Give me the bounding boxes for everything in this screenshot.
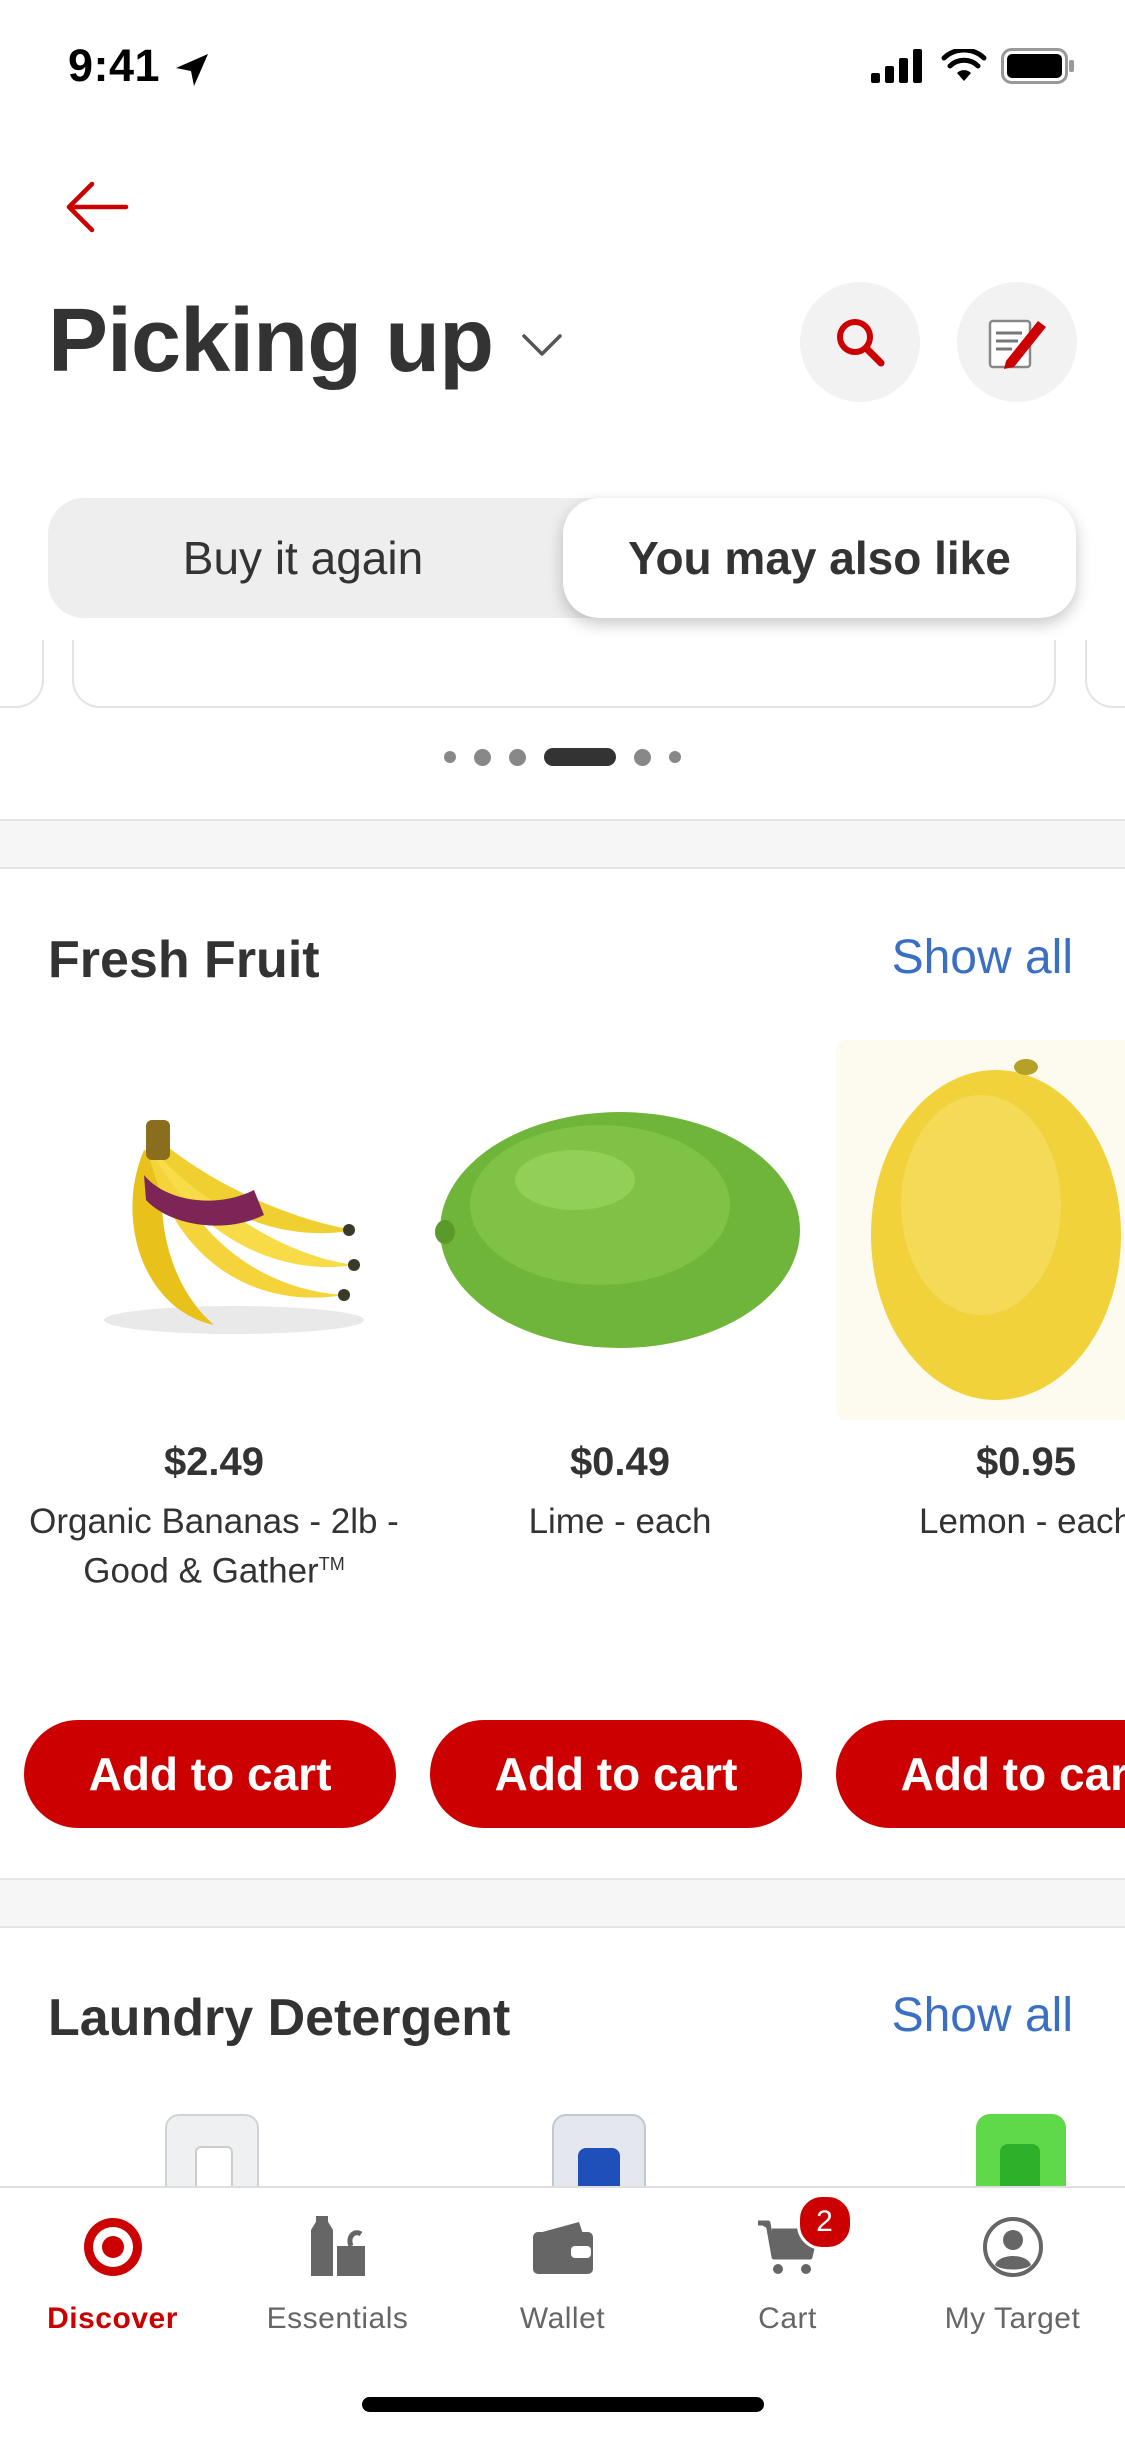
product-name[interactable]: Organic Bananas - 2lb - Good & GatherTM (24, 1500, 404, 1593)
add-to-cart-button[interactable]: Add to cart (430, 1720, 802, 1828)
tab-my-target[interactable]: My Target (900, 2212, 1125, 2336)
product-image-detergent[interactable] (976, 2114, 1066, 2194)
page-dot[interactable] (634, 748, 651, 766)
section-title-fresh-fruit: Fresh Fruit (48, 931, 320, 989)
product-price: $0.49 (569, 1440, 671, 1484)
add-to-cart-button[interactable]: Add to cart (24, 1720, 396, 1828)
tab-essentials[interactable]: Essentials (225, 2212, 450, 2336)
tab-label: Discover (47, 2302, 178, 2335)
product-card[interactable]: $2.49 Organic Bananas - 2lb - Good & Gat… (24, 1040, 404, 1840)
wifi-icon (941, 49, 987, 81)
signal-icon (871, 49, 922, 83)
page-dot[interactable] (669, 751, 681, 763)
product-price: $2.49 (163, 1440, 265, 1484)
status-indicators (871, 48, 1075, 84)
lime-image (435, 1112, 800, 1348)
tab-label: Wallet (519, 2302, 606, 2335)
product-image[interactable] (836, 1040, 1125, 1420)
section-divider (0, 1878, 1125, 1928)
carousel-card-next[interactable] (1085, 640, 1125, 708)
product-name[interactable]: Lime - each (430, 1500, 810, 1543)
page-dot[interactable] (474, 748, 491, 766)
tab-discover[interactable]: Discover (0, 2212, 225, 2336)
wallet-icon (528, 2212, 598, 2282)
tab-buy-it-again[interactable]: Buy it again (48, 498, 558, 618)
search-icon (837, 319, 885, 367)
banana-image (104, 1120, 364, 1334)
chevron-down-icon[interactable] (520, 322, 564, 366)
product-price: $0.95 (975, 1440, 1077, 1484)
account-icon (978, 2212, 1048, 2282)
product-image[interactable] (430, 1040, 810, 1420)
product-card[interactable]: $0.49 Lime - each Add to cart (430, 1040, 810, 1840)
section-divider (0, 819, 1125, 869)
back-arrow-icon[interactable] (62, 172, 132, 242)
add-to-cart-button[interactable]: Add to cart (836, 1720, 1125, 1828)
tab-label: Cart (758, 2302, 817, 2335)
target-bullseye-icon (78, 2212, 148, 2282)
carousel-card[interactable] (72, 640, 1056, 708)
page-title[interactable]: Picking up (48, 290, 494, 393)
lemon-image (871, 1059, 1121, 1400)
product-image[interactable] (24, 1040, 404, 1420)
battery-icon (1001, 48, 1074, 84)
trademark-symbol: TM (318, 1554, 345, 1574)
show-all-laundry-link[interactable]: Show all (892, 1988, 1073, 2043)
product-name[interactable]: Lemon - each (836, 1500, 1125, 1543)
page-dot[interactable] (509, 748, 526, 766)
shopping-list-button[interactable] (957, 282, 1077, 402)
carousel-card-prev[interactable] (0, 640, 44, 708)
tab-label: My Target (944, 2302, 1081, 2335)
location-arrow-icon (176, 54, 208, 86)
cart-icon: 2 (753, 2194, 853, 2282)
carousel-page-dots[interactable] (0, 748, 1125, 766)
show-all-fresh-fruit-link[interactable]: Show all (892, 930, 1073, 985)
page-dot-active[interactable] (544, 748, 616, 766)
product-card[interactable]: $0.95 Lemon - each Add to cart (836, 1040, 1125, 1840)
page-dot[interactable] (444, 751, 456, 763)
tab-wallet[interactable]: Wallet (450, 2212, 675, 2336)
tab-label: Essentials (266, 2302, 409, 2335)
essentials-icon (303, 2212, 373, 2282)
home-indicator[interactable] (362, 2397, 764, 2412)
edit-list-icon (988, 319, 1046, 369)
search-button[interactable] (800, 282, 920, 402)
tab-cart[interactable]: 2 Cart (675, 2194, 900, 2336)
section-title-laundry-detergent: Laundry Detergent (48, 1989, 511, 2047)
status-time: 9:41 (68, 40, 161, 91)
cart-count-badge: 2 (796, 2194, 853, 2250)
tab-you-may-also-like[interactable]: You may also like (563, 498, 1076, 618)
